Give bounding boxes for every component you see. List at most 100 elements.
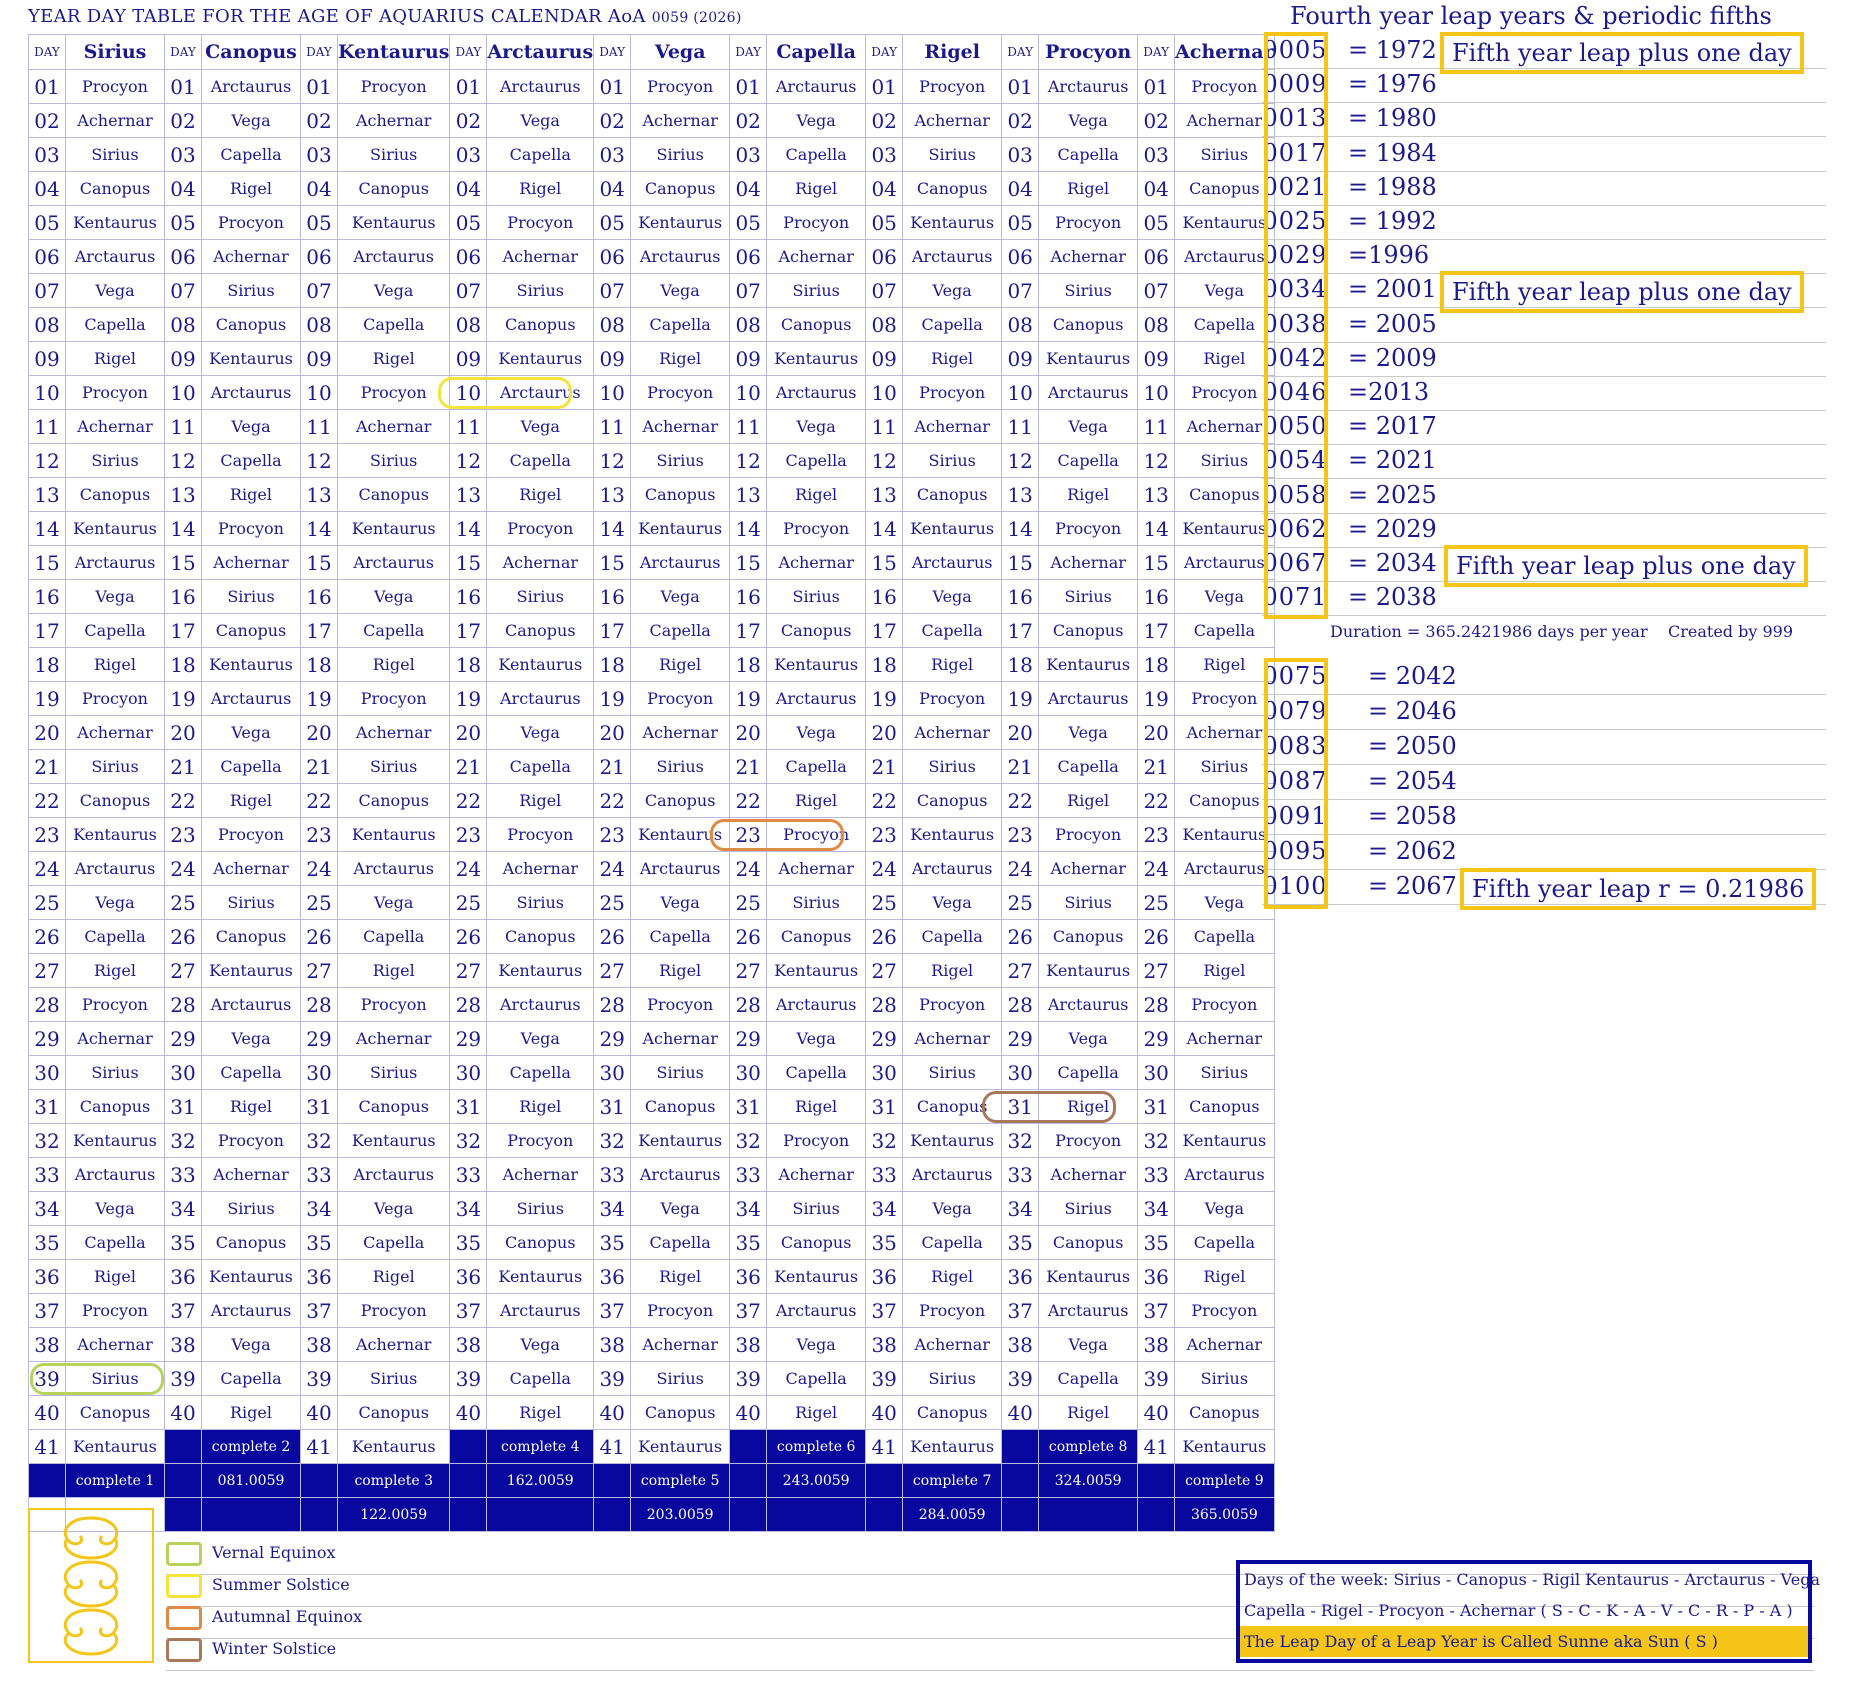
completion-date: 162.0059 [486,1463,595,1498]
day-number: 07 [865,273,904,308]
day-number: 30 [729,1055,768,1090]
day-number: 39 [729,1361,768,1396]
day-number: 03 [28,137,66,172]
day-number: 32 [300,1123,338,1158]
day-number: 19 [449,681,488,716]
day-number: 30 [300,1055,338,1090]
day-number: 06 [1137,239,1176,274]
day-number: 03 [1001,137,1040,172]
day-name: Procyon [630,1293,731,1328]
legend-swatch [166,1542,202,1566]
day-name: Rigel [201,1395,301,1430]
day-number: 27 [449,953,488,988]
day-name: Vega [1174,579,1275,614]
day-name: Achernar [902,715,1003,750]
day-number: 26 [729,919,768,954]
day-name: Arctaurus [1174,239,1275,274]
day-name: Arctaurus [486,987,595,1022]
legend-label: Vernal Equinox [212,1543,336,1562]
day-number: 11 [1001,409,1040,444]
day-name: Kentaurus [65,511,165,546]
day-name: Achernar [1174,1327,1275,1362]
completion-date: 324.0059 [1038,1463,1139,1498]
day-number: 17 [300,613,338,648]
day-name: Canopus [630,783,731,818]
day-number: 38 [865,1327,904,1362]
day-name: Rigel [1038,477,1139,512]
day-name: Canopus [65,1395,165,1430]
day-number: 24 [28,851,66,886]
day-name: Capella [766,443,867,478]
day-number: 28 [300,987,338,1022]
day-name: Sirius [336,1055,451,1090]
week-days-line-1: Days of the week: Sirius - Canopus - Rig… [1244,1570,1820,1589]
day-number: 31 [865,1089,904,1124]
table-row: 12 Sirius 12 Capella 12 Sirius 12 Capella 12 Siri… [28,443,1275,478]
day-name: Sirius [630,443,731,478]
day-number: 25 [865,885,904,920]
day-name: Canopus [1038,307,1139,342]
day-number: 30 [1001,1055,1040,1090]
table-row: 24 Arctaurus 24 Achernar 24 Arctaurus 24 Achern… [28,851,1275,886]
blank-cell [729,1429,768,1464]
day-number: 24 [1137,851,1176,886]
day-name: Arctaurus [486,69,595,104]
day-name: Procyon [336,375,451,410]
day-name: Kentaurus [766,953,867,988]
day-number: 10 [865,375,904,410]
day-name: Rigel [902,1259,1003,1294]
day-name: Canopus [1038,613,1139,648]
day-number: 02 [1137,103,1176,138]
day-number: 08 [300,307,338,342]
day-number: 16 [1001,579,1040,614]
day-number: 20 [593,715,632,750]
day-name: Arctaurus [201,375,301,410]
day-name: Kentaurus [201,1259,301,1294]
day-name: Achernar [630,103,731,138]
day-name: Capella [336,307,451,342]
day-number: 16 [28,579,66,614]
day-name: Capella [486,137,595,172]
day-number: 09 [300,341,338,376]
day-number: 06 [1001,239,1040,274]
day-number: 04 [865,171,904,206]
day-name: Achernar [486,239,595,274]
day-number: 04 [593,171,632,206]
day-number: 06 [593,239,632,274]
day-number: 15 [1137,545,1176,580]
day-name: Rigel [766,171,867,206]
day-name: Kentaurus [486,647,595,682]
month-header-capella: Capella [766,34,867,70]
day-number: 25 [449,885,488,920]
day-name: Arctaurus [1038,69,1139,104]
day-name: Arctaurus [1174,545,1275,580]
row-divider [1262,478,1826,480]
day-number: 35 [1001,1225,1040,1260]
day-number: 25 [1001,885,1040,920]
day-name: Capella [65,919,165,954]
day-name: Vega [336,885,451,920]
day-name: Arctaurus [336,1157,451,1192]
day-number: 14 [865,511,904,546]
fifth-year-note: Fifth year leap plus one day [1440,32,1804,74]
day-name: Procyon [486,511,595,546]
table-row: 07 Vega 07 Sirius 07 Vega 07 Sirius 07 Vega 07 Siri… [28,273,1275,308]
day-name: Capella [336,919,451,954]
day-name: Achernar [630,1021,731,1056]
day-number: 03 [593,137,632,172]
day-number: 13 [449,477,488,512]
day-name: Arctaurus [630,545,731,580]
day-name: Canopus [486,1225,595,1260]
day-number: 36 [593,1259,632,1294]
day-name: Capella [201,1361,301,1396]
page-title: YEAR DAY TABLE FOR THE AGE OF AQUARIUS C… [28,6,742,27]
day-number: 20 [1137,715,1176,750]
day-name: Arctaurus [486,1293,595,1328]
day-name: Rigel [630,341,731,376]
day-name: Sirius [65,443,165,478]
day-name: Capella [65,1225,165,1260]
gregorian-year: = 1988 [1348,172,1437,201]
day-name: Capella [1038,137,1139,172]
day-name: Sirius [902,1361,1003,1396]
table-row: 11 Achernar 11 Vega 11 Achernar 11 Vega 11 Achern… [28,409,1275,444]
